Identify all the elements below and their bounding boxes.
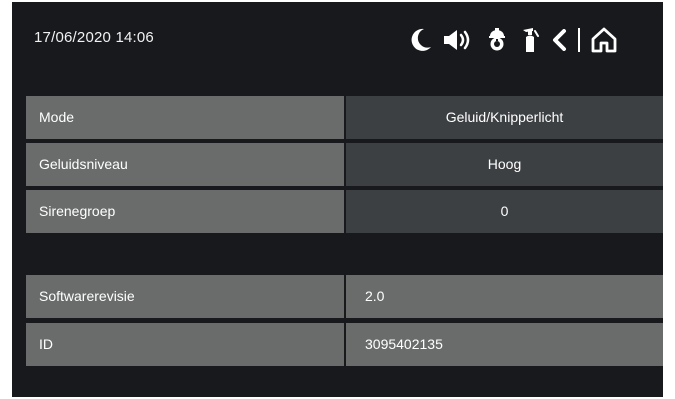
row-label: Geluidsniveau	[26, 143, 344, 186]
speaker-icon[interactable]	[440, 24, 480, 56]
screen: 17/06/2020 14:06 Mode Geluid/Knipperlich…	[12, 2, 663, 397]
toolbar-divider	[578, 28, 580, 52]
table-row-id: ID 3095402135	[26, 323, 663, 366]
back-icon[interactable]	[548, 24, 570, 56]
row-value: 2.0	[346, 275, 663, 318]
row-value[interactable]: 0	[346, 190, 663, 233]
row-label: ID	[26, 323, 344, 366]
row-label: Sirenegroep	[26, 190, 344, 233]
row-label: Mode	[26, 96, 344, 139]
moon-icon[interactable]	[406, 24, 436, 56]
row-label: Softwarerevisie	[26, 275, 344, 318]
smoke-detector-icon[interactable]	[484, 24, 510, 56]
datetime-label: 17/06/2020 14:06	[34, 29, 154, 46]
table-row-softwarerevisie: Softwarerevisie 2.0	[26, 275, 663, 318]
row-value: 3095402135	[346, 323, 663, 366]
row-value[interactable]: Hoog	[346, 143, 663, 186]
table-row-geluidsniveau[interactable]: Geluidsniveau Hoog	[26, 143, 663, 186]
table-row-mode[interactable]: Mode Geluid/Knipperlicht	[26, 96, 663, 139]
table-row-sirenegroep[interactable]: Sirenegroep 0	[26, 190, 663, 233]
fire-extinguisher-icon[interactable]	[516, 24, 542, 56]
row-value[interactable]: Geluid/Knipperlicht	[346, 96, 663, 139]
home-icon[interactable]	[590, 24, 618, 56]
toolbar	[406, 24, 618, 56]
